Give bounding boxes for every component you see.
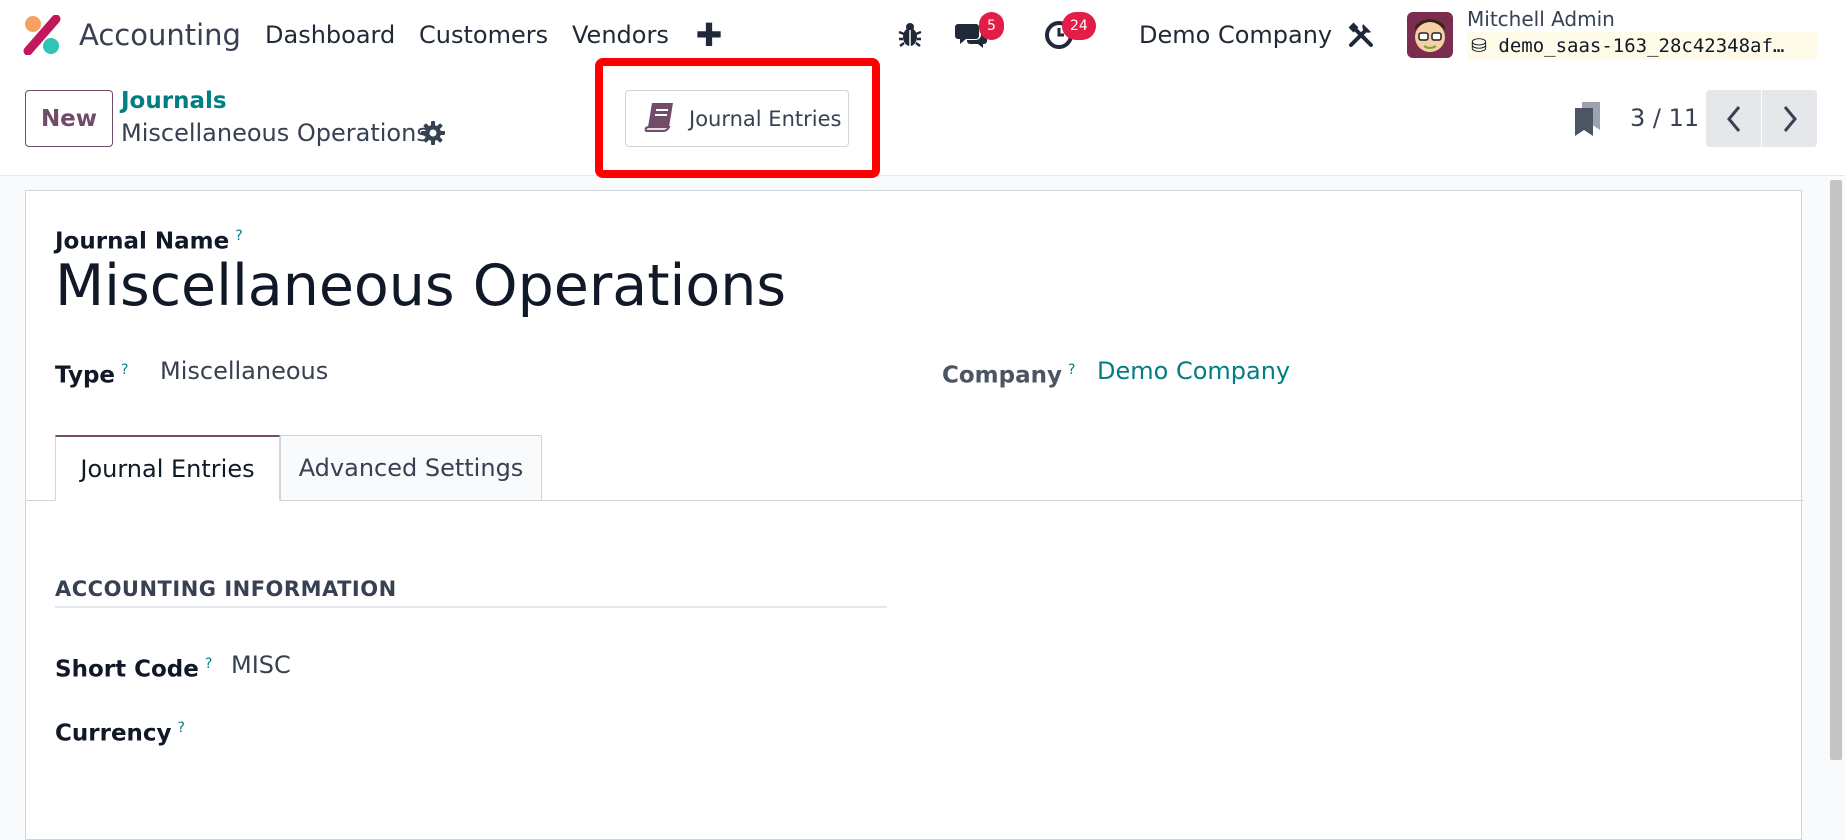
pager-previous-button[interactable] <box>1706 90 1761 147</box>
company-label: Company? <box>942 355 1075 391</box>
menu-dashboard[interactable]: Dashboard <box>265 17 395 53</box>
chevron-left-icon <box>1726 105 1740 132</box>
breadcrumb-journals[interactable]: Journals <box>121 86 227 116</box>
control-panel: New Journals Miscellaneous Operations <box>0 70 1845 176</box>
vertical-scrollbar[interactable] <box>1830 180 1842 760</box>
company-field[interactable]: Demo Company <box>1097 355 1290 387</box>
plus-icon[interactable]: ✚ <box>695 18 723 52</box>
pager-value[interactable]: 3 / 11 <box>1630 101 1699 135</box>
journal-name-field[interactable]: Miscellaneous Operations <box>55 251 786 321</box>
section-divider <box>55 606 887 608</box>
gear-icon[interactable] <box>420 120 446 146</box>
short-code-label: Short Code? <box>55 649 212 685</box>
user-name[interactable]: Mitchell Admin <box>1467 6 1615 32</box>
company-label-text: Company <box>942 362 1062 389</box>
currency-label-text: Currency <box>55 720 172 747</box>
type-label: Type? <box>55 355 128 391</box>
debug-bug-icon[interactable] <box>891 16 929 54</box>
short-code-label-text: Short Code <box>55 656 199 683</box>
help-tooltip[interactable]: ? <box>235 228 242 244</box>
type-label-text: Type <box>55 362 116 389</box>
journal-entries-smart-button[interactable]: Journal Entries <box>625 90 849 147</box>
database-icon: ⛁ <box>1471 35 1487 57</box>
bookmark-icon[interactable] <box>1572 100 1602 138</box>
menu-customers[interactable]: Customers <box>419 17 548 53</box>
smart-button-label: Journal Entries <box>689 106 842 131</box>
database-label: demo_saas-163_28c42348af… <box>1498 35 1785 57</box>
currency-label: Currency? <box>55 713 185 749</box>
tab-journal-entries[interactable]: Journal Entries <box>55 435 280 501</box>
chevron-right-icon <box>1783 105 1797 132</box>
type-field[interactable]: Miscellaneous <box>160 355 328 387</box>
user-avatar[interactable] <box>1407 12 1453 58</box>
activities-count-badge: 24 <box>1062 12 1096 40</box>
help-tooltip[interactable]: ? <box>178 720 185 736</box>
top-navbar: Accounting Dashboard Customers Vendors ✚… <box>0 0 1845 70</box>
messages-count-badge: 5 <box>979 12 1004 40</box>
help-tooltip[interactable]: ? <box>1068 362 1075 378</box>
tab-advanced-settings[interactable]: Advanced Settings <box>280 435 542 501</box>
database-name: ⛁ demo_saas-163_28c42348af… <box>1467 32 1817 60</box>
form-sheet: Journal Name? Miscellaneous Operations T… <box>25 190 1803 840</box>
app-name[interactable]: Accounting <box>79 15 241 55</box>
tools-icon[interactable] <box>1342 16 1380 54</box>
short-code-field[interactable]: MISC <box>231 649 291 681</box>
help-tooltip[interactable]: ? <box>121 362 128 378</box>
breadcrumb-current: Miscellaneous Operations <box>121 119 429 147</box>
section-accounting-information: ACCOUNTING INFORMATION <box>55 577 397 601</box>
new-button[interactable]: New <box>25 90 113 147</box>
company-switcher[interactable]: Demo Company <box>1139 17 1332 53</box>
accounting-app-icon[interactable] <box>22 14 62 56</box>
pager-next-button[interactable] <box>1762 90 1817 147</box>
help-tooltip[interactable]: ? <box>205 656 212 672</box>
menu-vendors[interactable]: Vendors <box>572 17 669 53</box>
book-icon <box>643 101 677 137</box>
